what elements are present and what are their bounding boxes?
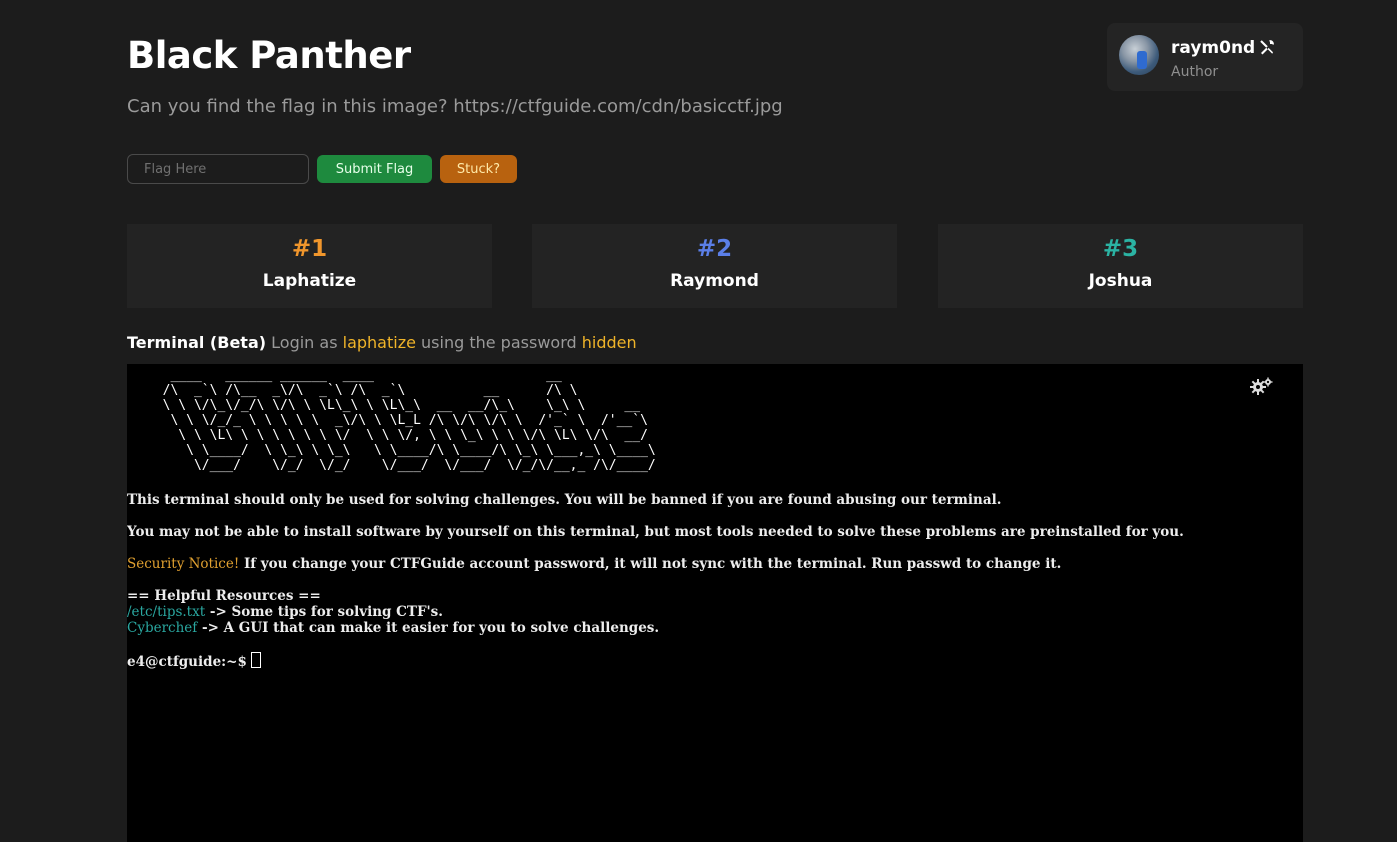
rank-number: #1	[291, 236, 328, 262]
terminal-username: laphatize	[342, 333, 416, 352]
rank-name: Laphatize	[262, 271, 357, 291]
author-name: raym0nd	[1171, 38, 1256, 58]
terminal[interactable]: ____ ______ ______ ____ __ /\ _`\ /\__ _…	[127, 364, 1303, 842]
resource-link[interactable]: Cyberchef	[127, 620, 197, 636]
terminal-banner: ____ ______ ______ ____ __ /\ _`\ /\__ _…	[162, 368, 656, 473]
terminal-cursor	[250, 652, 261, 668]
rank-number: #3	[1102, 236, 1139, 262]
terminal-security-notice: Security Notice! If you change your CTFG…	[127, 556, 1061, 572]
leaderboard-card-2: #2 Raymond	[532, 224, 897, 308]
terminal-heading: Terminal (Beta) Login as laphatize using…	[127, 333, 637, 352]
resource-desc: -> Some tips for solving CTF's.	[205, 604, 443, 620]
leaderboard-card-3: #3 Joshua	[938, 224, 1303, 308]
flag-input[interactable]	[127, 154, 309, 184]
gears-icon[interactable]	[1249, 376, 1273, 396]
terminal-password: hidden	[581, 333, 637, 352]
challenge-description: Can you find the flag in this image? htt…	[127, 96, 783, 117]
resource-desc: -> A GUI that can make it easier for you…	[197, 620, 660, 636]
password-prefix: using the password	[421, 333, 577, 352]
rank-name: Raymond	[670, 271, 759, 291]
resource-item: /etc/tips.txt -> Some tips for solving C…	[127, 604, 443, 620]
rank-name: Joshua	[1088, 271, 1153, 291]
terminal-warning: This terminal should only be used for so…	[127, 492, 1002, 508]
terminal-prompt: e4@ctfguide:~$	[127, 654, 247, 670]
resource-link[interactable]: /etc/tips.txt	[127, 604, 205, 620]
security-label: Security Notice!	[127, 556, 240, 572]
resource-item: Cyberchef -> A GUI that can make it easi…	[127, 620, 659, 636]
author-card[interactable]: raym0nd Author	[1107, 23, 1303, 91]
security-text: If you change your CTFGuide account pass…	[239, 556, 1062, 572]
resources-header: == Helpful Resources ==	[127, 588, 321, 604]
stuck-button[interactable]: Stuck?	[440, 155, 517, 183]
avatar	[1119, 35, 1159, 75]
terminal-software-note: You may not be able to install software …	[127, 524, 1184, 540]
challenge-title: Black Panther	[127, 34, 411, 77]
author-role: Author	[1171, 64, 1219, 80]
submit-flag-button[interactable]: Submit Flag	[317, 155, 432, 183]
tools-icon	[1258, 38, 1276, 61]
terminal-label: Terminal (Beta)	[127, 333, 267, 352]
rank-number: #2	[696, 236, 733, 262]
login-prefix: Login as	[271, 333, 338, 352]
leaderboard-card-1: #1 Laphatize	[127, 224, 492, 308]
terminal-prompt-line[interactable]: e4@ctfguide:~$	[127, 652, 261, 670]
